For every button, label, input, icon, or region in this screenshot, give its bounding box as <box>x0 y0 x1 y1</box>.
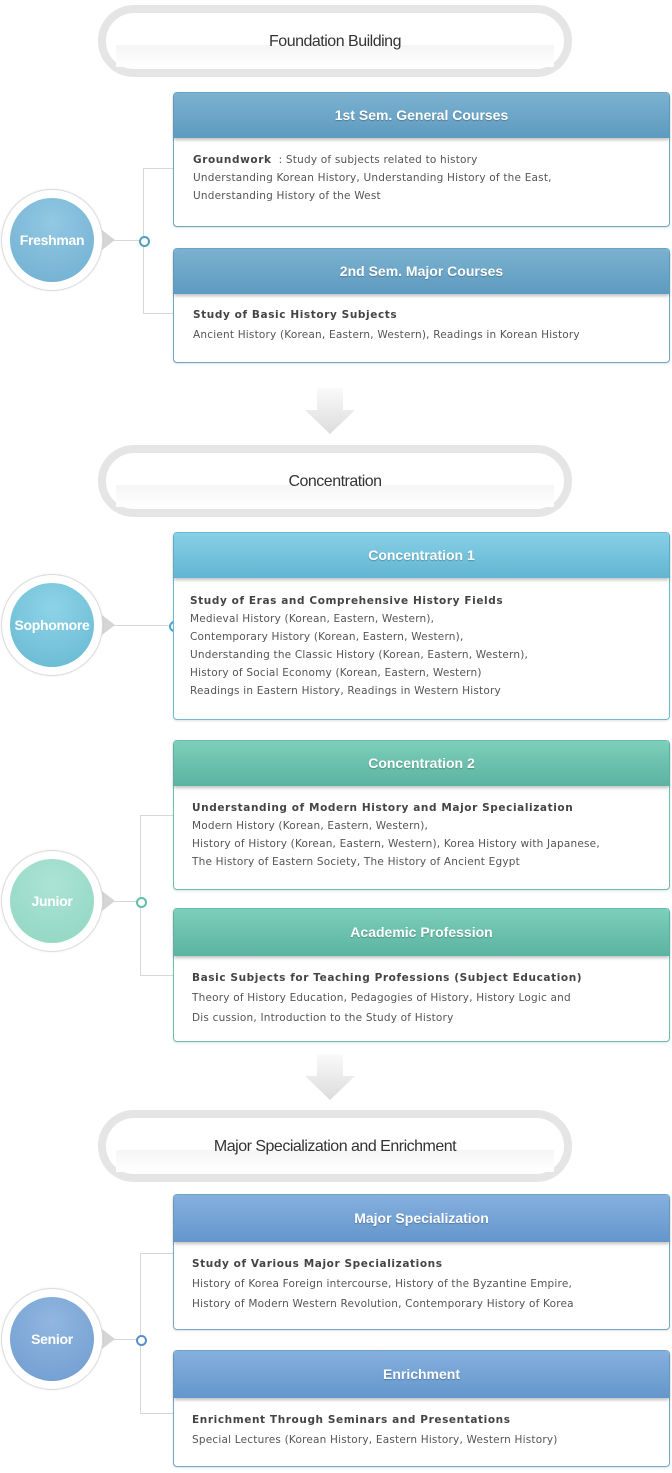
course-line: Understanding the Classic History (Korea… <box>190 649 529 661</box>
bracket-line <box>140 1413 173 1414</box>
card-title: Basic Subjects for Teaching Professions … <box>192 972 583 984</box>
year-label: Freshman <box>10 198 94 282</box>
phase-concentration: Concentration <box>98 445 572 517</box>
card-header: Major Specialization <box>174 1195 669 1242</box>
course-line: Ancient History (Korean, Eastern, Wester… <box>193 329 580 341</box>
card-header: Concentration 2 <box>174 741 669 786</box>
phase-label: Concentration <box>288 473 382 490</box>
course-line: Contemporary History (Korean, Eastern, W… <box>190 631 464 643</box>
course-line: History of History (Korean, Eastern, Wes… <box>192 838 600 850</box>
card-2nd-sem-major-courses: 2nd Sem. Major Courses Study of Basic Hi… <box>173 248 670 363</box>
card-title: Groundwork <box>193 154 272 166</box>
card-title: Study of Various Major Specializations <box>192 1258 443 1270</box>
bracket-line <box>143 313 173 314</box>
phase-label: Major Specialization and Enrichment <box>213 1138 457 1155</box>
course-line: Medieval History (Korean, Eastern, Weste… <box>190 613 435 625</box>
down-arrow-icon <box>305 1054 355 1100</box>
year-label: Junior <box>10 859 94 943</box>
course-line: History of Modern Western Revolution, Co… <box>192 1298 574 1310</box>
course-line: The History of Eastern Society, The Hist… <box>192 856 520 868</box>
bracket-line <box>140 975 173 976</box>
course-line: Dis cussion, Introduction to the Study o… <box>192 1012 454 1024</box>
connector-dot-icon <box>136 897 147 908</box>
course-line: Modern History (Korean, Eastern, Western… <box>192 820 429 832</box>
year-senior: Senior <box>1 1288 115 1390</box>
connector-dot-icon <box>136 1335 147 1346</box>
year-label: Sophomore <box>10 583 94 667</box>
course-line: History of Korea Foreign intercourse, Hi… <box>192 1278 573 1290</box>
course-line: History of Social Economy (Korean, Easte… <box>190 667 482 679</box>
card-title: Study of Basic History Subjects <box>193 309 398 321</box>
connector-dot-icon <box>139 236 150 247</box>
phase-foundation-building: Foundation Building <box>98 5 572 77</box>
card-header: Academic Profession <box>174 909 669 956</box>
course-line: Special Lectures (Korean History, Easter… <box>192 1434 558 1446</box>
card-enrichment: Enrichment Enrichment Through Seminars a… <box>173 1350 670 1467</box>
bracket-line <box>140 1253 173 1254</box>
card-header: Enrichment <box>174 1351 669 1398</box>
card-1st-sem-general-courses: 1st Sem. General Courses Groundwork : St… <box>173 92 670 227</box>
year-junior: Junior <box>1 850 115 952</box>
course-line: Readings in Eastern History, Readings in… <box>190 685 501 697</box>
card-title: Understanding of Modern History and Majo… <box>192 802 574 814</box>
course-line: Understanding History of the West <box>193 190 381 202</box>
year-sophomore: Sophomore <box>1 574 115 676</box>
bracket-line <box>143 168 173 169</box>
card-title: Enrichment Through Seminars and Presenta… <box>192 1414 511 1426</box>
course-line: Theory of History Education, Pedagogies … <box>192 992 571 1004</box>
bracket-line <box>140 815 141 976</box>
card-concentration-2: Concentration 2 Understanding of Modern … <box>173 740 670 890</box>
card-title-suffix: : Study of subjects related to history <box>271 154 478 166</box>
card-title: Study of Eras and Comprehensive History … <box>190 595 504 607</box>
course-line: Understanding Korean History, Understand… <box>193 172 552 184</box>
phase-label: Foundation Building <box>269 33 401 50</box>
card-header: Concentration 1 <box>174 533 669 578</box>
down-arrow-icon <box>305 388 355 434</box>
connector-line <box>110 625 173 626</box>
card-major-specialization: Major Specialization Study of Various Ma… <box>173 1194 670 1330</box>
card-concentration-1: Concentration 1 Study of Eras and Compre… <box>173 532 670 720</box>
bracket-line <box>140 815 173 816</box>
card-academic-profession: Academic Profession Basic Subjects for T… <box>173 908 670 1042</box>
card-header: 2nd Sem. Major Courses <box>174 249 669 294</box>
year-freshman: Freshman <box>1 189 115 291</box>
year-label: Senior <box>10 1297 94 1381</box>
card-header: 1st Sem. General Courses <box>174 93 669 138</box>
bracket-line <box>140 1253 141 1414</box>
phase-major-specialization-and-enrichment: Major Specialization and Enrichment <box>98 1110 572 1182</box>
